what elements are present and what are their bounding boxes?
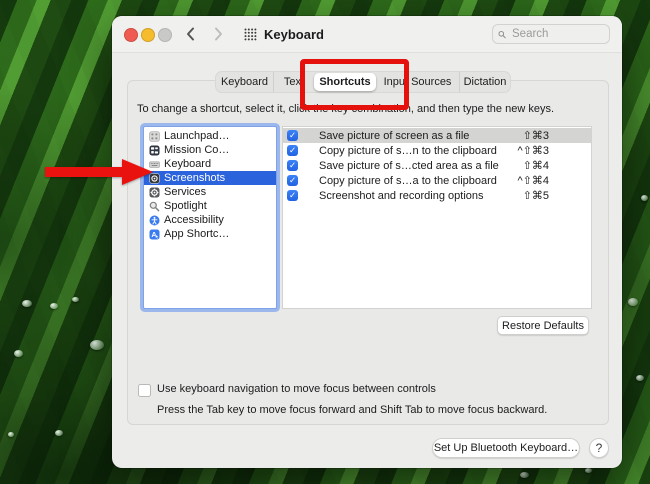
shortcut-row-save-area[interactable]: Save picture of s…cted area as a file ⇧⌘… [283,158,591,173]
water-droplet [55,430,63,436]
sidebar-item-label: Screenshots [164,172,225,184]
sidebar-item-label: Accessibility [164,214,224,226]
sidebar-item-app-shortcuts[interactable]: A App Shortc… [144,227,276,241]
minimize-button[interactable] [141,28,155,42]
water-droplet [636,375,644,381]
checkbox-checked-icon[interactable] [287,145,298,156]
back-button[interactable] [184,26,198,42]
checkbox-checked-icon[interactable] [287,190,298,201]
search-input[interactable] [510,27,604,41]
shortcut-categories-list: Launchpad… Mission Co… Keyboard [143,126,277,309]
search-icon [498,29,506,40]
shortcut-keys[interactable]: ⇧⌘4 [523,159,549,172]
shortcut-label: Screenshot and recording options [319,190,484,202]
water-droplet [72,297,79,302]
help-button[interactable]: ? [589,438,609,458]
shortcut-label: Copy picture of s…n to the clipboard [319,145,497,157]
shortcut-label: Copy picture of s…a to the clipboard [319,175,497,187]
search-field[interactable] [492,24,610,44]
keyboard-nav-note: Press the Tab key to move focus forward … [157,404,547,416]
sidebar-item-services[interactable]: Services [144,185,276,199]
shortcut-keys[interactable]: ^⇧⌘3 [518,144,550,157]
sidebar-item-spotlight[interactable]: Spotlight [144,199,276,213]
shortcut-row-copy-area[interactable]: Copy picture of s…a to the clipboard ^⇧⌘… [283,173,591,188]
shortcut-keys[interactable]: ^⇧⌘4 [518,174,550,187]
sidebar-item-label: App Shortc… [164,228,229,240]
water-droplet [641,195,648,201]
zoom-button [158,28,172,42]
sidebar-item-label: Spotlight [164,200,207,212]
shortcut-row-save-screen[interactable]: Save picture of screen as a file ⇧⌘3 [283,128,591,143]
accessibility-icon [149,215,160,226]
checkbox-checked-icon[interactable] [287,160,298,171]
sidebar-item-mission-control[interactable]: Mission Co… [144,143,276,157]
shortcut-label: Save picture of screen as a file [319,130,469,142]
tab-keyboard[interactable]: Keyboard [216,72,274,92]
tab-dictation[interactable]: Dictation [460,72,510,92]
shortcut-label: Save picture of s…cted area as a file [319,160,499,172]
window-title: Keyboard [264,27,324,42]
sidebar-item-label: Launchpad… [164,130,229,142]
shortcut-row-copy-screen[interactable]: Copy picture of s…n to the clipboard ^⇧⌘… [283,143,591,158]
checkbox-checked-icon[interactable] [287,130,298,141]
spotlight-icon [149,201,160,212]
water-droplet [8,432,14,437]
launchpad-icon [149,131,160,142]
setup-bluetooth-keyboard-button[interactable]: Set Up Bluetooth Keyboard… [432,438,580,458]
water-droplet [90,340,104,350]
forward-button[interactable] [211,26,225,42]
red-annotation-box [300,59,409,110]
shortcut-keys[interactable]: ⇧⌘3 [523,129,549,142]
water-droplet [520,472,529,478]
checkbox-checked-icon[interactable] [287,175,298,186]
sidebar-item-accessibility[interactable]: Accessibility [144,213,276,227]
sidebar-item-label: Mission Co… [164,144,229,156]
sidebar-item-keyboard[interactable]: Keyboard [144,157,276,171]
water-droplet [585,468,592,473]
shortcut-keys[interactable]: ⇧⌘5 [523,189,549,202]
restore-defaults-button[interactable]: Restore Defaults [497,316,589,335]
shortcut-row-options[interactable]: Screenshot and recording options ⇧⌘5 [283,188,591,203]
sidebar-item-launchpad[interactable]: Launchpad… [144,129,276,143]
close-button[interactable] [124,28,138,42]
shortcuts-list: Save picture of screen as a file ⇧⌘3 Cop… [282,126,592,309]
title-bar: Keyboard [112,16,622,53]
sidebar-item-screenshots[interactable]: Screenshots [144,171,276,185]
red-arrow-annotation [40,155,160,190]
screenshot-stage: Keyboard Keyboard Text Shortcuts Input S… [0,0,650,484]
water-droplet [22,300,32,307]
water-droplet [14,350,23,357]
keyboard-nav-label: Use keyboard navigation to move focus be… [157,383,436,395]
show-all-grid-icon[interactable] [244,28,257,41]
keyboard-nav-checkbox[interactable] [138,384,151,397]
water-droplet [50,303,58,309]
water-droplet [628,298,638,306]
sidebar-item-label: Services [164,186,206,198]
app-shortcuts-icon: A [149,229,160,240]
system-preferences-window: Keyboard Keyboard Text Shortcuts Input S… [112,16,622,468]
sidebar-item-label: Keyboard [164,158,211,170]
mission-control-icon [149,145,160,156]
